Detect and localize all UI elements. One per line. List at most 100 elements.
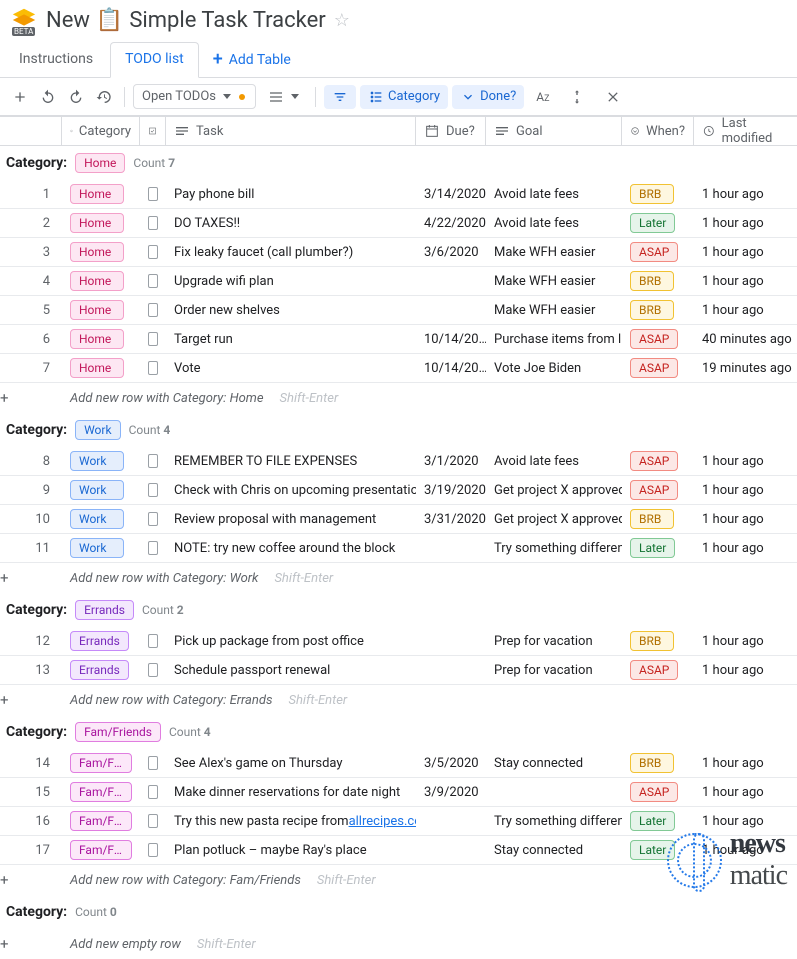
row-task-cell[interactable]: Make dinner reservations for date night [166,778,416,806]
row-category-cell[interactable]: Fam/Frien… [62,778,140,806]
row-when-cell[interactable]: ASAP [622,354,694,382]
table-row[interactable]: 14 Fam/Frien… See Alex's game on Thursda… [0,749,797,778]
row-task-cell[interactable]: REMEMBER TO FILE EXPENSES [166,447,416,475]
group-header[interactable]: Category: Home Count 7 [0,146,797,180]
when-tag[interactable]: BRB [630,184,674,204]
page-title[interactable]: New 📋 Simple Task Tracker [46,8,326,33]
table-row[interactable]: 4 Home Upgrade wifi plan Make WFH easier… [0,267,797,296]
history-button[interactable] [92,85,116,109]
row-category-cell[interactable]: Work [62,476,140,504]
checkbox[interactable] [148,541,158,555]
category-tag[interactable]: Fam/Frien… [70,840,132,860]
category-tag[interactable]: Home [70,358,124,378]
group-header[interactable]: Category: Work Count 4 [0,413,797,447]
group-category-button[interactable]: Category [360,85,448,109]
row-due-cell[interactable]: 4/22/2020 [416,209,486,237]
row-due-cell[interactable] [416,656,486,684]
add-row[interactable]: + Add new row with Category: Home Shift-… [0,383,797,413]
row-due-cell[interactable]: 3/9/2020 [416,778,486,806]
row-category-cell[interactable]: Fam/Frien… [62,836,140,864]
table-row[interactable]: 15 Fam/Frien… Make dinner reservations f… [0,778,797,807]
category-tag[interactable]: Home [70,271,124,291]
row-when-cell[interactable]: Later [622,534,694,562]
row-checkbox-cell[interactable] [140,209,166,237]
checkbox[interactable] [148,245,158,259]
row-checkbox-cell[interactable] [140,180,166,208]
row-task-cell[interactable]: Try this new pasta recipe from allrecipe… [166,807,416,835]
row-goal-cell[interactable]: Avoid late fees [486,180,622,208]
row-due-cell[interactable] [416,836,486,864]
table-row[interactable]: 5 Home Order new shelves Make WFH easier… [0,296,797,325]
row-due-cell[interactable]: 10/14/20… [416,354,486,382]
row-checkbox-cell[interactable] [140,534,166,562]
checkbox[interactable] [148,814,158,828]
row-checkbox-cell[interactable] [140,656,166,684]
category-tag[interactable]: Home [70,184,124,204]
row-when-cell[interactable]: BRB [622,267,694,295]
category-tag[interactable]: Home [70,213,124,233]
when-tag[interactable]: ASAP [630,782,678,802]
row-task-cell[interactable]: Plan potluck – maybe Ray's place [166,836,416,864]
row-goal-cell[interactable]: Get project X approved [486,505,622,533]
row-due-cell[interactable] [416,267,486,295]
row-category-cell[interactable]: Work [62,447,140,475]
row-goal-cell[interactable] [486,778,622,806]
when-tag[interactable]: BRB [630,271,674,291]
col-due[interactable]: Due? [416,117,486,145]
row-goal-cell[interactable]: Make WFH easier [486,296,622,324]
row-when-cell[interactable]: ASAP [622,238,694,266]
row-category-cell[interactable]: Errands [62,627,140,655]
col-category[interactable]: Category [62,117,140,145]
when-tag[interactable]: ASAP [630,329,678,349]
row-checkbox-cell[interactable] [140,325,166,353]
checkbox[interactable] [148,332,158,346]
row-checkbox-cell[interactable] [140,505,166,533]
checkbox[interactable] [148,663,158,677]
tab-instructions[interactable]: Instructions [4,42,108,77]
row-category-cell[interactable]: Home [62,180,140,208]
row-when-cell[interactable]: ASAP [622,325,694,353]
row-task-cell[interactable]: Schedule passport renewal [166,656,416,684]
row-goal-cell[interactable]: Stay connected [486,836,622,864]
when-tag[interactable]: ASAP [630,660,678,680]
row-due-cell[interactable]: 3/31/2020 [416,505,486,533]
table-row[interactable]: 11 Work NOTE: try new coffee around the … [0,534,797,563]
category-tag[interactable]: Work [70,480,124,500]
category-tag[interactable]: Errands [70,660,129,680]
star-icon[interactable]: ☆ [334,10,350,31]
row-task-cell[interactable]: DO TAXES!! [166,209,416,237]
table-row[interactable]: 7 Home Vote 10/14/20… Vote Joe Biden ASA… [0,354,797,383]
when-tag[interactable]: BRB [630,300,674,320]
row-due-cell[interactable]: 3/5/2020 [416,749,486,777]
category-tag[interactable]: Home [70,300,124,320]
row-checkbox-cell[interactable] [140,749,166,777]
undo-button[interactable] [36,85,60,109]
group-tag[interactable]: Home [75,153,125,173]
row-goal-cell[interactable]: Avoid late fees [486,447,622,475]
col-goal[interactable]: Goal [486,117,622,145]
col-task[interactable]: Task [166,117,416,145]
checkbox[interactable] [148,454,158,468]
group-header[interactable]: Category: Fam/Friends Count 4 [0,715,797,749]
category-tag[interactable]: Work [70,538,124,558]
row-goal-cell[interactable]: Make WFH easier [486,267,622,295]
col-rownum[interactable] [0,117,62,145]
row-category-cell[interactable]: Fam/Frien… [62,807,140,835]
checkbox[interactable] [148,187,158,201]
table-row[interactable]: 1 Home Pay phone bill 3/14/2020 Avoid la… [0,180,797,209]
row-category-cell[interactable]: Home [62,296,140,324]
when-tag[interactable]: BRB [630,753,674,773]
row-goal-cell[interactable]: Vote Joe Biden [486,354,622,382]
checkbox[interactable] [148,216,158,230]
row-task-cell[interactable]: See Alex's game on Thursday [166,749,416,777]
when-tag[interactable]: Later [630,538,675,558]
checkbox[interactable] [148,512,158,526]
col-when[interactable]: When? [622,117,694,145]
checkbox[interactable] [148,756,158,770]
row-when-cell[interactable]: BRB [622,749,694,777]
row-task-cell[interactable]: Check with Chris on upcoming presentatio… [166,476,416,504]
table-row[interactable]: 2 Home DO TAXES!! 4/22/2020 Avoid late f… [0,209,797,238]
row-when-cell[interactable]: BRB [622,627,694,655]
row-category-cell[interactable]: Work [62,534,140,562]
group-header[interactable]: Category: Errands Count 2 [0,593,797,627]
